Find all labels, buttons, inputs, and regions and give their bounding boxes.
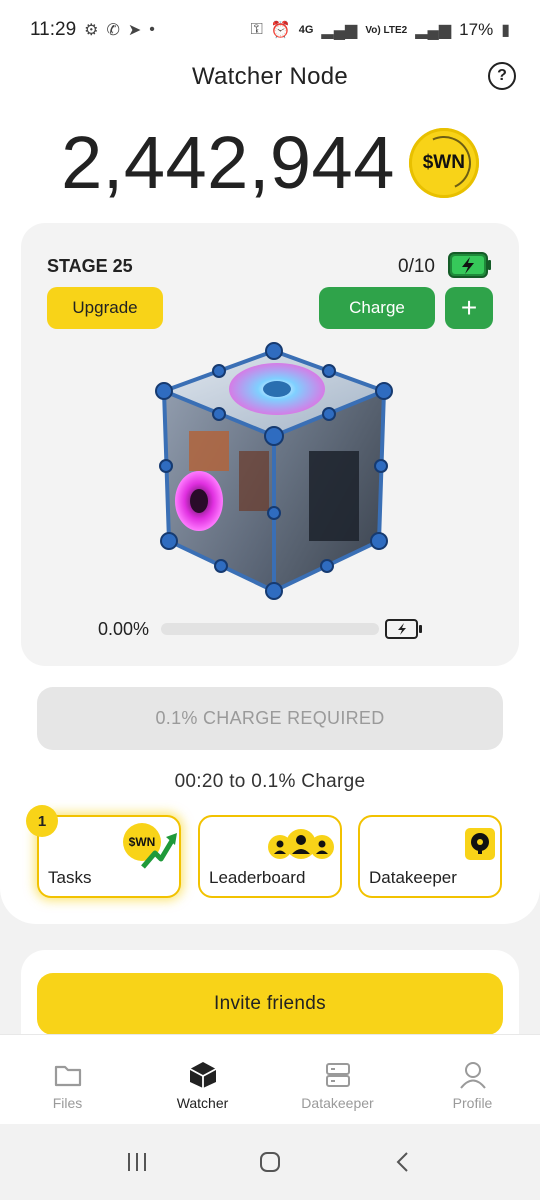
battery-percent: 17% xyxy=(459,20,494,39)
status-time: 11:29 xyxy=(30,19,77,40)
key-icon: ⚿ xyxy=(250,21,263,38)
system-nav xyxy=(0,1124,540,1200)
datakeeper-tile[interactable]: Datakeeper xyxy=(358,815,502,898)
signal-icon-2: ▂▄▆ xyxy=(415,22,452,39)
cube-icon xyxy=(189,1062,216,1088)
back-icon[interactable] xyxy=(383,1142,423,1182)
home-icon[interactable] xyxy=(250,1142,290,1182)
network-type: 4G xyxy=(298,24,314,36)
battery-icon: ▮ xyxy=(501,22,510,39)
tasks-tile[interactable]: $WN Tasks xyxy=(37,815,181,898)
leaderboard-icon xyxy=(268,829,334,859)
status-left: 11:29 ⚙ ✆ ➤ • xyxy=(30,19,155,41)
nav-files-label: Files xyxy=(52,1095,83,1111)
gear-icon: ⚙ xyxy=(84,22,99,39)
nav-watcher-label: Watcher xyxy=(176,1095,229,1111)
charge-timer: 00:20 to 0.1% Charge xyxy=(174,771,366,792)
recents-icon[interactable] xyxy=(117,1142,157,1182)
nav-watcher[interactable]: Watcher xyxy=(135,1035,270,1124)
page-title: Watcher Node xyxy=(191,63,349,90)
charge-required-button[interactable]: 0.1% CHARGE REQUIRED xyxy=(37,687,503,750)
nav-files[interactable]: Files xyxy=(0,1035,135,1124)
help-icon[interactable]: ? xyxy=(488,62,516,90)
whatsapp-icon: ✆ xyxy=(106,22,120,39)
stage-card: STAGE 25 0/10 Upgrade Charge + 0.00% xyxy=(21,223,519,666)
dot-icon: • xyxy=(149,21,155,38)
nav-datakeeper[interactable]: Datakeeper xyxy=(270,1035,405,1124)
status-right: ⚿ ⏰ 4G ▂▄▆ Vo) LTE2 ▂▄▆ 17% ▮ xyxy=(251,20,510,40)
server-icon xyxy=(325,1063,350,1087)
invite-friends-button[interactable]: Invite friends xyxy=(37,973,503,1035)
hard-drive-icon xyxy=(465,828,495,860)
folder-icon xyxy=(54,1065,81,1087)
status-bar: 11:29 ⚙ ✆ ➤ • ⚿ ⏰ 4G ▂▄▆ Vo) LTE2 ▂▄▆ 17… xyxy=(0,0,540,60)
node-cube-image xyxy=(155,342,393,600)
signal-icon: ▂▄▆ xyxy=(321,22,358,39)
balance: 2,442,944 $WN xyxy=(0,120,540,205)
progress-bar xyxy=(161,623,379,635)
battery-charge-icon xyxy=(448,252,491,278)
stage-label: STAGE 25 xyxy=(47,256,133,276)
charge-count: 0/10 xyxy=(398,256,435,277)
add-charge-button[interactable]: + xyxy=(445,287,493,329)
tasks-badge: 1 xyxy=(26,805,58,837)
nav-profile-label: Profile xyxy=(452,1095,493,1111)
alarm-icon: ⏰ xyxy=(270,22,291,39)
progress-percent: 0.00% xyxy=(98,619,150,639)
leaderboard-label: Leaderboard xyxy=(209,868,306,887)
upgrade-button[interactable]: Upgrade xyxy=(47,287,163,329)
nav-profile[interactable]: Profile xyxy=(405,1035,540,1124)
coin-icon: $WN xyxy=(408,127,479,198)
trend-arrow-icon xyxy=(141,833,177,869)
coin-label: $WN xyxy=(422,151,465,173)
header: Watcher Node ? xyxy=(0,55,540,99)
charge-battery-icon xyxy=(385,619,422,639)
bottom-nav: Files Watcher Datakeeper Profile xyxy=(0,1034,540,1124)
datakeeper-label: Datakeeper xyxy=(369,868,457,887)
person-icon xyxy=(459,1062,486,1089)
network-sub: Vo) LTE2 xyxy=(365,24,408,36)
balance-value: 2,442,944 xyxy=(61,121,395,204)
leaderboard-tile[interactable]: Leaderboard xyxy=(198,815,342,898)
tasks-label: Tasks xyxy=(48,868,92,887)
nav-datakeeper-label: Datakeeper xyxy=(301,1095,374,1111)
telegram-icon: ➤ xyxy=(127,22,142,39)
charge-button[interactable]: Charge xyxy=(319,287,435,329)
